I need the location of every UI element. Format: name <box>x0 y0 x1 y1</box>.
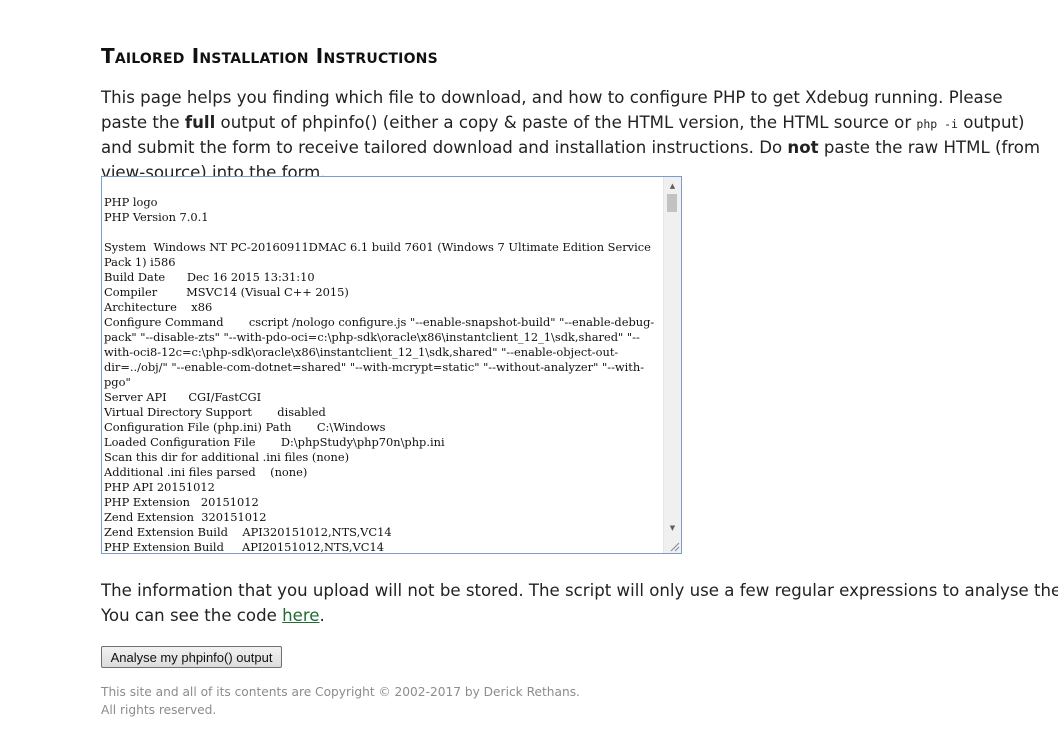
upload-info-line-2-suffix: . <box>319 605 325 625</box>
scroll-up-arrow-icon[interactable]: ▲ <box>664 179 681 193</box>
intro-paragraph: This page helps you finding which file t… <box>101 86 1051 185</box>
phpinfo-textarea[interactable]: PHP logo PHP Version 7.0.1 System Window… <box>102 177 664 553</box>
intro-bold-not: not <box>787 138 819 157</box>
page-title: Tailored Installation Instructions <box>101 44 438 68</box>
rights-reserved-text: All rights reserved. <box>101 703 217 717</box>
footer: This site and all of its contents are Co… <box>101 683 580 719</box>
intro-text-2: output of phpinfo() (either a copy & pas… <box>215 112 917 132</box>
intro-code: php -i <box>916 116 958 131</box>
resize-grip-icon[interactable] <box>668 540 680 552</box>
textarea-scrollbar[interactable]: ▲ ▼ <box>663 177 681 553</box>
copyright-text: This site and all of its contents are Co… <box>101 685 580 699</box>
upload-info-paragraph: The information that you upload will not… <box>101 579 1058 628</box>
phpinfo-textarea-container: PHP logo PHP Version 7.0.1 System Window… <box>101 176 682 554</box>
upload-info-line-1: The information that you upload will not… <box>101 581 1058 600</box>
intro-bold-full: full <box>184 112 216 132</box>
upload-info-line-2-prefix: You can see the code <box>101 605 283 625</box>
scroll-down-arrow-icon[interactable]: ▼ <box>664 521 681 535</box>
code-link[interactable]: here <box>282 606 319 625</box>
analyse-button[interactable]: Analyse my phpinfo() output <box>101 646 282 668</box>
scrollbar-thumb[interactable] <box>667 194 677 212</box>
